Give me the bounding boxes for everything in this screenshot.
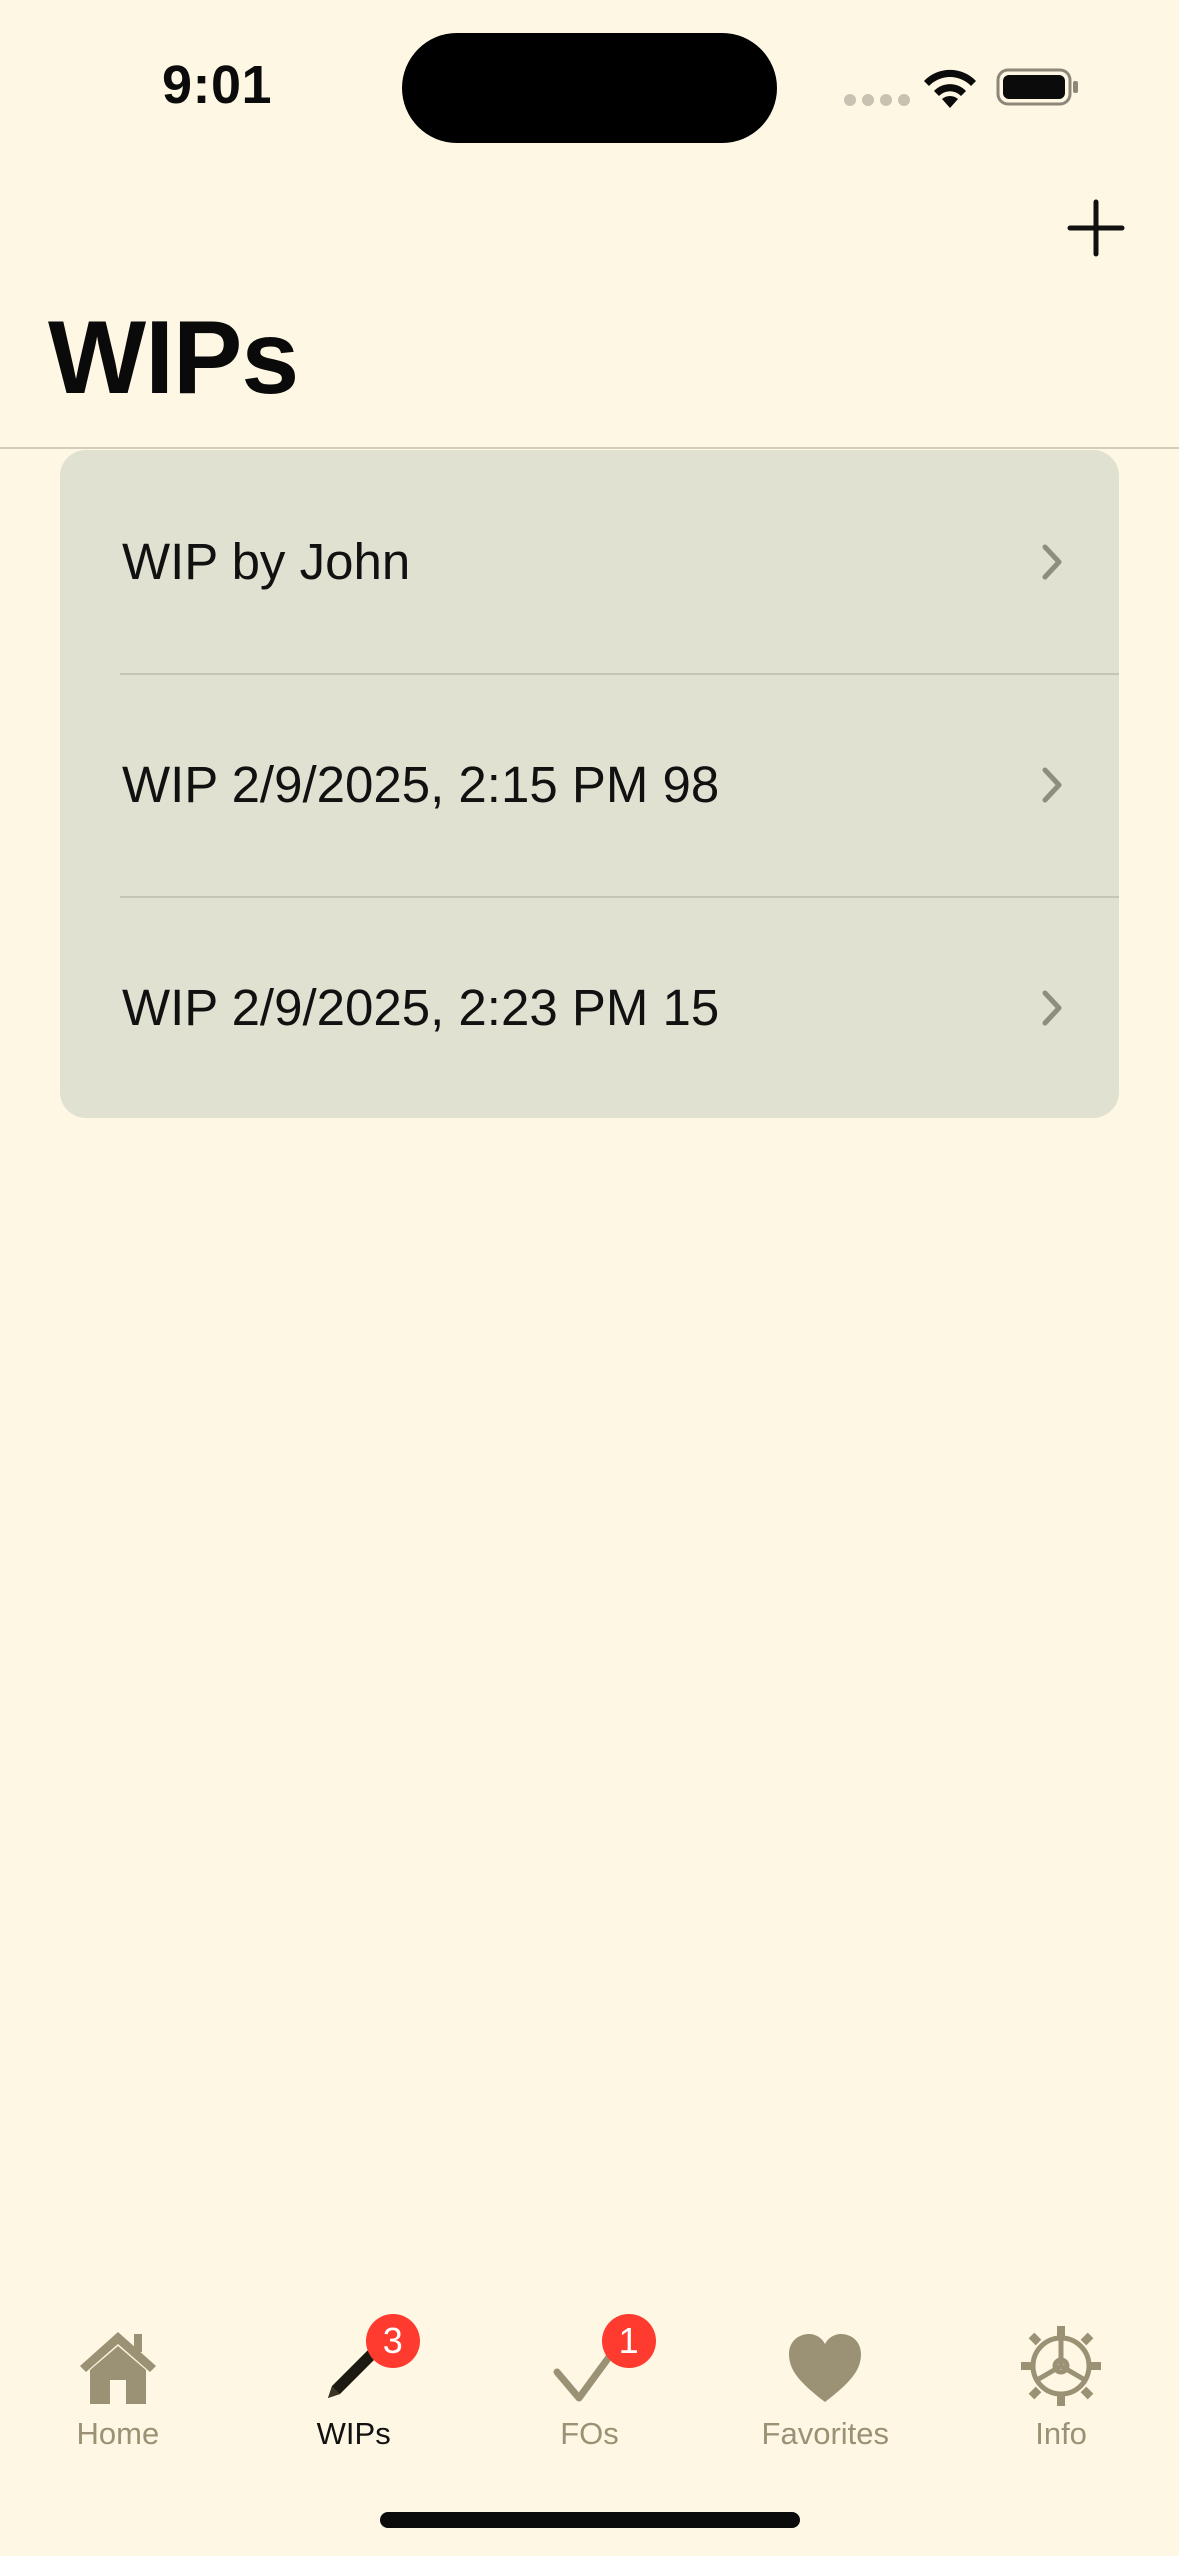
gear-icon — [1021, 2326, 1102, 2406]
nav-divider — [0, 447, 1179, 449]
page-title: WIPs — [48, 300, 299, 416]
list-item[interactable]: WIP by John — [60, 450, 1119, 673]
tab-favorites[interactable]: Favorites — [707, 2300, 943, 2480]
list-item[interactable]: WIP 2/9/2025, 2:15 PM 98 — [60, 673, 1119, 896]
wip-list: WIP by John WIP 2/9/2025, 2:15 PM 98 WIP… — [60, 450, 1119, 1118]
tab-bar: Home 3 WIPs 1 FOs Favorites Info — [0, 2300, 1179, 2480]
tab-home[interactable]: Home — [0, 2300, 236, 2480]
list-item[interactable]: WIP 2/9/2025, 2:23 PM 15 — [60, 896, 1119, 1118]
tab-fos[interactable]: 1 FOs — [472, 2300, 708, 2480]
cellular-signal-icon — [844, 94, 910, 106]
tab-label: Info — [1035, 2416, 1087, 2451]
heart-icon — [789, 2334, 862, 2402]
tab-wips[interactable]: 3 WIPs — [236, 2300, 472, 2480]
plus-icon — [1067, 199, 1125, 257]
list-item-label: WIP by John — [122, 533, 411, 590]
tab-label: Favorites — [761, 2416, 890, 2451]
chevron-right-icon — [1042, 990, 1062, 1025]
tab-badge: 3 — [365, 2314, 420, 2368]
list-item-label: WIP 2/9/2025, 2:23 PM 15 — [122, 979, 720, 1036]
house-icon — [79, 2332, 156, 2404]
list-item-label: WIP 2/9/2025, 2:15 PM 98 — [122, 756, 720, 813]
tab-label: Home — [76, 2416, 160, 2451]
dynamic-island — [402, 33, 777, 143]
home-indicator[interactable] — [380, 2512, 800, 2528]
tab-badge: 1 — [601, 2314, 656, 2368]
wifi-icon — [924, 69, 976, 108]
tab-info[interactable]: Info — [943, 2300, 1179, 2480]
chevron-right-icon — [1042, 544, 1062, 579]
tab-label: WIPs — [316, 2416, 391, 2451]
battery-icon — [996, 68, 1078, 106]
status-time: 9:01 — [162, 55, 273, 115]
tab-label: FOs — [560, 2416, 619, 2451]
add-button[interactable] — [1064, 196, 1128, 260]
chevron-right-icon — [1042, 767, 1062, 802]
